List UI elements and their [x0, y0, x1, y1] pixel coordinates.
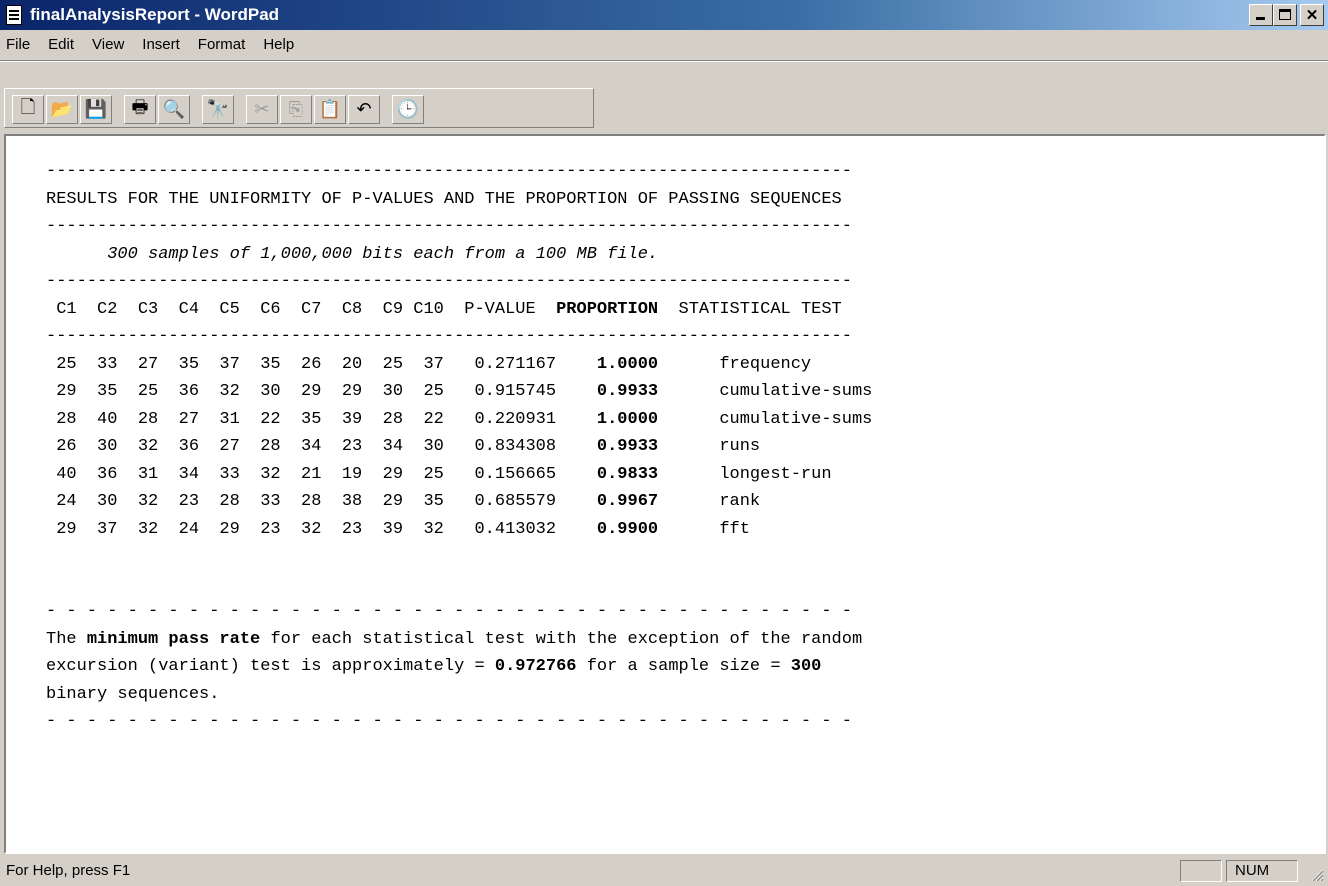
open-button[interactable]: 📂 — [46, 95, 78, 124]
dashed-line: - - - - - - - - - - - - - - - - - - - - … — [46, 712, 863, 731]
row-values: 29 35 25 36 32 30 29 29 30 25 0.915745 — [46, 382, 597, 401]
report-subtitle: 300 samples of 1,000,000 bits each from … — [107, 244, 659, 264]
cut-button[interactable]: ✂ — [246, 95, 278, 124]
copy-button[interactable]: ⎘ — [280, 95, 312, 124]
status-bar: For Help, press F1 NUM — [0, 856, 1328, 886]
save-button[interactable]: 💾 — [80, 95, 112, 124]
status-help-text: For Help, press F1 — [6, 862, 131, 879]
wordpad-window: finalAnalysisReport - WordPad ✕ File Edi… — [0, 0, 1328, 886]
note-line-2: excursion (variant) test is approximatel… — [46, 657, 822, 676]
row-proportion: 0.9933 — [596, 437, 659, 456]
print-preview-icon: 🔍 — [162, 99, 186, 119]
row-test-name: longest-run — [658, 464, 832, 484]
header-test: STATISTICAL TEST — [658, 299, 842, 319]
copy-icon: ⎘ — [288, 99, 304, 119]
resize-grip-icon[interactable] — [1308, 866, 1324, 882]
status-pane-empty — [1180, 860, 1222, 882]
wordpad-app-icon[interactable] — [6, 5, 22, 25]
row-test-name: runs — [658, 437, 761, 456]
report-content: ----------------------------------------… — [46, 158, 872, 736]
row-proportion: 0.9833 — [596, 464, 659, 484]
close-button[interactable]: ✕ — [1300, 4, 1324, 26]
menu-edit[interactable]: Edit — [48, 36, 74, 53]
rule-line: ----------------------------------------… — [46, 217, 852, 236]
date-time-button[interactable]: 🕒 — [392, 95, 424, 124]
date-time-icon: 🕒 — [396, 99, 420, 119]
minimize-button[interactable] — [1249, 4, 1273, 26]
find-button[interactable]: 🔭 — [202, 95, 234, 124]
row-test-name: fft — [658, 519, 750, 539]
paste-icon: 📋 — [318, 99, 342, 119]
close-icon: ✕ — [1305, 6, 1319, 24]
print-button[interactable]: 🖶 — [124, 95, 156, 124]
row-proportion: 0.9900 — [596, 519, 659, 539]
menu-file[interactable]: File — [6, 36, 30, 53]
table-row: 28 40 28 27 31 22 35 39 28 22 0.220931 1… — [46, 410, 872, 429]
print-preview-button[interactable]: 🔍 — [158, 95, 190, 124]
rule-line: ----------------------------------------… — [46, 272, 852, 291]
dashed-line: - - - - - - - - - - - - - - - - - - - - … — [46, 602, 863, 621]
row-proportion: 0.9933 — [596, 382, 659, 401]
menu-view[interactable]: View — [92, 36, 124, 53]
table-row: 24 30 32 23 28 33 28 38 29 35 0.685579 0… — [46, 492, 760, 511]
row-proportion: 1.0000 — [596, 409, 659, 429]
row-values: 24 30 32 23 28 33 28 38 29 35 0.685579 — [46, 492, 597, 511]
menu-toolbar-divider — [0, 60, 1328, 62]
table-row: 25 33 27 35 37 35 26 20 25 37 0.271167 1… — [46, 355, 811, 374]
table-row: 29 37 32 24 29 23 32 23 39 32 0.413032 0… — [46, 520, 750, 539]
maximize-icon — [1279, 9, 1291, 20]
row-proportion: 0.9967 — [596, 492, 659, 511]
title-bar[interactable]: finalAnalysisReport - WordPad ✕ — [0, 0, 1328, 30]
row-values: 29 37 32 24 29 23 32 23 39 32 0.413032 — [46, 519, 597, 539]
menu-help[interactable]: Help — [263, 36, 294, 53]
print-icon: 🖶 — [131, 96, 149, 117]
menu-bar: File Edit View Insert Format Help — [0, 30, 1328, 58]
window-title: finalAnalysisReport - WordPad — [30, 5, 280, 24]
rule-line: ----------------------------------------… — [46, 162, 852, 181]
menu-insert[interactable]: Insert — [142, 36, 180, 53]
sample-size-value: 300 — [790, 657, 822, 676]
header-proportion: PROPORTION — [556, 299, 659, 319]
table-row: 40 36 31 34 33 32 21 19 29 25 0.156665 0… — [46, 464, 832, 484]
min-pass-rate-value: 0.972766 — [494, 657, 577, 676]
row-values: 26 30 32 36 27 28 34 23 34 30 0.834308 — [46, 437, 597, 456]
status-num-indicator: NUM — [1226, 860, 1298, 882]
row-values: 40 36 31 34 33 32 21 19 29 25 0.156665 — [46, 464, 597, 484]
row-values: 28 40 28 27 31 22 35 39 28 22 0.220931 — [46, 409, 597, 429]
report-title: RESULTS FOR THE UNIFORMITY OF P-VALUES A… — [46, 189, 842, 209]
note-line-1: The minimum pass rate for each statistic… — [46, 629, 863, 649]
table-header: C1 C2 C3 C4 C5 C6 C7 C8 C9 C10 P-VALUE P… — [46, 300, 842, 319]
row-test-name: cumulative-sums — [658, 409, 873, 429]
table-body: 25 33 27 35 37 35 26 20 25 37 0.271167 1… — [46, 355, 872, 539]
undo-button[interactable]: ↶ — [348, 95, 380, 124]
open-folder-icon: 📂 — [50, 99, 74, 119]
new-button[interactable]: 🗋 — [12, 95, 44, 124]
rule-line: ----------------------------------------… — [46, 327, 852, 346]
find-binoculars-icon: 🔭 — [206, 99, 230, 119]
row-test-name: cumulative-sums — [658, 382, 873, 401]
new-document-icon: 🗋 — [20, 96, 36, 117]
row-test-name: frequency — [658, 354, 812, 374]
paste-button[interactable]: 📋 — [314, 95, 346, 124]
row-test-name: rank — [658, 492, 761, 511]
row-proportion: 1.0000 — [596, 354, 659, 374]
maximize-button[interactable] — [1273, 4, 1297, 26]
row-values: 25 33 27 35 37 35 26 20 25 37 0.271167 — [46, 354, 597, 374]
min-pass-rate-label: minimum pass rate — [86, 629, 261, 649]
cut-scissors-icon: ✂ — [254, 99, 270, 119]
header-columns: C1 C2 C3 C4 C5 C6 C7 C8 C9 C10 P-VALUE — [46, 299, 557, 319]
undo-icon: ↶ — [356, 99, 372, 119]
menu-format[interactable]: Format — [198, 36, 246, 53]
note-line-3: binary sequences. — [46, 684, 220, 704]
table-row: 29 35 25 36 32 30 29 29 30 25 0.915745 0… — [46, 382, 872, 401]
save-disk-icon: 💾 — [84, 99, 108, 119]
document-area[interactable]: ----------------------------------------… — [4, 134, 1326, 854]
table-row: 26 30 32 36 27 28 34 23 34 30 0.834308 0… — [46, 437, 760, 456]
minimize-icon — [1256, 17, 1265, 20]
